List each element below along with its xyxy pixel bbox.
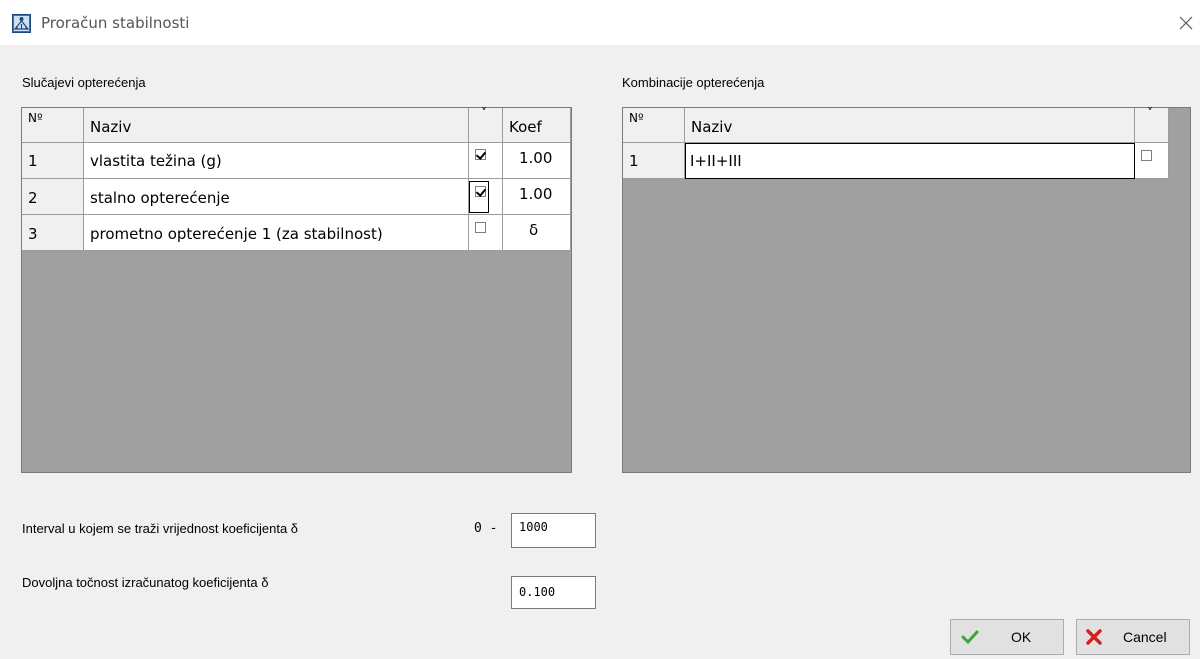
table-row-name[interactable]: stalno opterećenje bbox=[84, 179, 469, 215]
table-row-check[interactable] bbox=[469, 179, 503, 215]
header-select-all[interactable]: ˅ bbox=[469, 106, 503, 143]
interval-prefix: 0 - bbox=[474, 521, 498, 536]
header-no: Nº bbox=[22, 108, 84, 143]
table-row-name[interactable]: prometno opterećenje 1 (za stabilnost) bbox=[84, 215, 469, 251]
header-no: Nº bbox=[623, 108, 685, 143]
load-cases-grid[interactable]: Nº Naziv ˅ Koef 1 vlastita težina (g) 1.… bbox=[21, 106, 572, 473]
table-row-check[interactable] bbox=[469, 143, 503, 179]
load-combinations-label: Kombinacije opterećenja bbox=[622, 75, 765, 90]
title-bar: Proračun stabilnosti bbox=[0, 0, 1200, 45]
interval-max-input[interactable]: 1000 bbox=[511, 513, 596, 548]
table-row-check[interactable] bbox=[1135, 143, 1169, 179]
load-combinations-grid[interactable]: Nº Naziv ˅ 1 I+II+III bbox=[622, 106, 1191, 473]
table-row-check[interactable] bbox=[469, 215, 503, 251]
ok-button[interactable]: OK bbox=[950, 619, 1064, 655]
load-cases-label: Slučajevi opterećenja bbox=[22, 75, 146, 90]
window-title: Proračun stabilnosti bbox=[41, 14, 190, 32]
table-row-no: 2 bbox=[22, 179, 84, 215]
checkbox-checked[interactable] bbox=[475, 186, 486, 197]
header-name[interactable]: Naziv bbox=[84, 108, 469, 143]
table-row-coef[interactable]: 1.00 bbox=[503, 143, 571, 179]
close-icon[interactable] bbox=[1175, 12, 1197, 34]
checkbox-unchecked[interactable] bbox=[1141, 150, 1152, 161]
chevron-down-icon: ˅ bbox=[481, 106, 487, 120]
interval-label: Interval u kojem se traži vrijednost koe… bbox=[22, 521, 299, 536]
accuracy-label: Dovoljna točnost izračunatog koeficijent… bbox=[22, 575, 269, 590]
accuracy-input[interactable]: 0.100 bbox=[511, 576, 596, 609]
checkbox-checked[interactable] bbox=[475, 149, 486, 160]
table-row-coef[interactable]: δ bbox=[503, 215, 571, 251]
chevron-down-icon: ˅ bbox=[1147, 106, 1153, 120]
table-row-name[interactable]: I+II+III bbox=[685, 143, 1135, 179]
table-row-coef[interactable]: 1.00 bbox=[503, 179, 571, 215]
header-coef: Koef bbox=[503, 108, 571, 143]
red-x-icon bbox=[1086, 629, 1102, 645]
header-select-all[interactable]: ˅ bbox=[1135, 106, 1169, 143]
structure-app-icon bbox=[12, 14, 31, 33]
checkmark-icon bbox=[961, 630, 979, 645]
checkbox-unchecked[interactable] bbox=[475, 222, 486, 233]
table-row-no: 3 bbox=[22, 215, 84, 251]
table-row-no: 1 bbox=[22, 143, 84, 179]
cancel-button[interactable]: Cancel bbox=[1076, 619, 1190, 655]
table-row-name[interactable]: vlastita težina (g) bbox=[84, 143, 469, 179]
header-name[interactable]: Naziv bbox=[685, 108, 1135, 143]
table-row-no: 1 bbox=[623, 143, 685, 179]
